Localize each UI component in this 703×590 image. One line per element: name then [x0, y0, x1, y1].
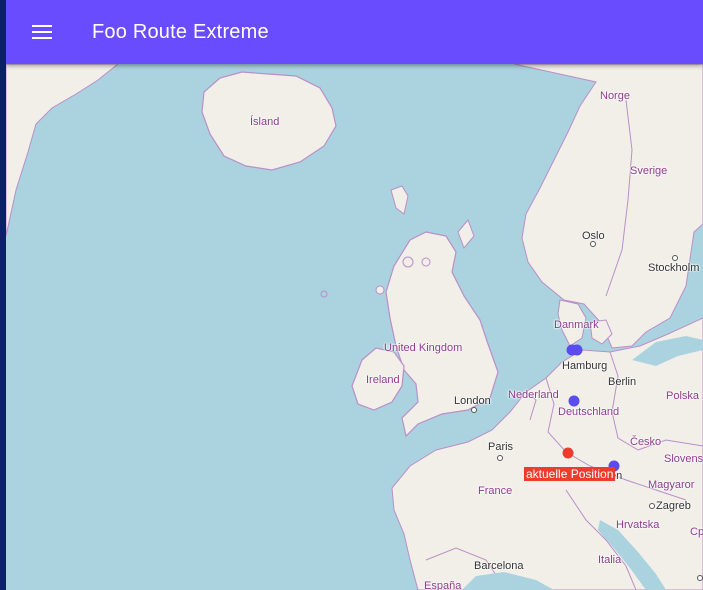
- label-sweden: Sverige: [630, 165, 668, 177]
- label-italy: Italia: [598, 554, 622, 566]
- menu-icon: [32, 25, 52, 39]
- label-cyprus-partial: Cp: [690, 526, 703, 538]
- label-spain: España: [424, 580, 462, 590]
- label-germany: Deutschland: [558, 406, 620, 418]
- current-position-label: aktuelle Position: [524, 467, 616, 481]
- label-oslo: Oslo: [582, 230, 605, 242]
- label-berlin: Berlin: [608, 376, 637, 388]
- label-hamburg: Hamburg: [562, 360, 608, 372]
- label-croatia: Hrvatska: [616, 519, 660, 531]
- label-poland: Polska: [666, 390, 700, 402]
- label-zagreb: Zagreb: [656, 500, 691, 512]
- label-barcelona: Barcelona: [474, 560, 524, 572]
- label-island: Ísland: [250, 116, 280, 128]
- label-united-kingdom: United Kingdom: [384, 342, 463, 354]
- label-stockholm: Stockholm: [648, 262, 700, 274]
- label-denmark: Danmark: [554, 319, 599, 331]
- label-slovakia: Slovens: [664, 453, 703, 465]
- map-view[interactable]: Ísland Norge Sverige Oslo Stockholm Danm…: [6, 0, 703, 590]
- label-london: London: [454, 395, 491, 407]
- map-tiles: [6, 0, 703, 590]
- label-ireland: Ireland: [366, 374, 400, 386]
- label-czech: Česko: [630, 436, 662, 448]
- label-paris: Paris: [488, 441, 514, 453]
- label-netherlands: Nederland: [508, 389, 559, 401]
- app-window: Ísland Norge Sverige Oslo Stockholm Danm…: [6, 0, 703, 590]
- label-hungary: Magyaror: [648, 479, 695, 491]
- menu-button[interactable]: [22, 12, 62, 52]
- label-france: France: [478, 485, 513, 497]
- app-title: Foo Route Extreme: [92, 20, 269, 43]
- app-bar: Foo Route Extreme: [6, 0, 703, 64]
- label-norway: Norge: [600, 90, 630, 102]
